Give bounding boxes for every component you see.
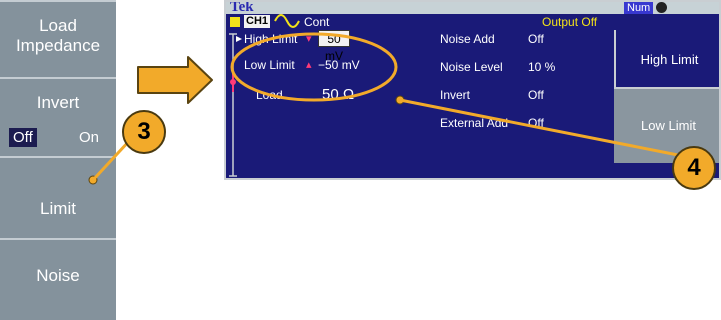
step-3-badge: 3	[122, 110, 166, 154]
step-4-badge: 4	[672, 146, 716, 190]
callout-overlay	[88, 32, 684, 185]
